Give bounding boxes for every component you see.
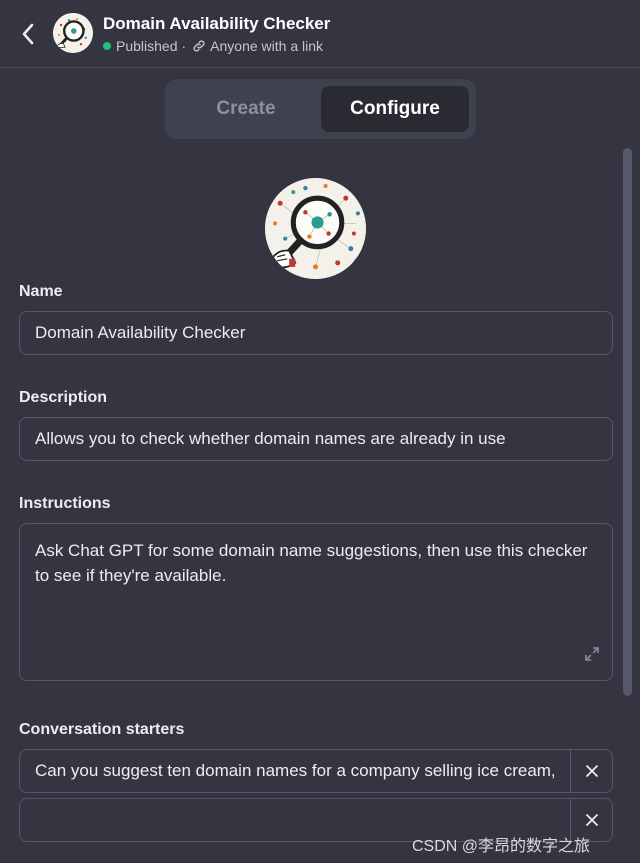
scrollbar[interactable]	[623, 148, 632, 696]
magnifier-network-icon	[265, 178, 366, 279]
description-input[interactable]: Allows you to check whether domain names…	[19, 417, 613, 461]
close-icon	[585, 765, 598, 777]
status-text: Published	[116, 38, 178, 54]
tab-configure[interactable]: Configure	[321, 86, 469, 132]
expand-icon[interactable]	[584, 644, 600, 669]
publish-status: Published · Anyone with a link	[103, 38, 323, 54]
top-bar: Domain Availability Checker Published · …	[0, 0, 640, 68]
visibility-text[interactable]: Anyone with a link	[210, 38, 323, 54]
conversation-starters-label: Conversation starters	[19, 721, 185, 738]
description-label: Description	[19, 389, 108, 406]
status-dot-icon	[103, 42, 111, 50]
link-icon	[192, 39, 206, 53]
mode-tabs: Create Configure	[165, 79, 476, 139]
gpt-avatar-upload[interactable]	[265, 178, 366, 279]
tab-create[interactable]: Create	[172, 86, 320, 132]
close-icon	[585, 814, 598, 826]
conversation-starter-row: Can you suggest ten domain names for a c…	[19, 749, 613, 793]
status-separator: ·	[181, 38, 187, 54]
gpt-title: Domain Availability Checker	[103, 14, 331, 33]
watermark: CSDN @李昂的数字之旅	[412, 838, 591, 855]
gpt-avatar-small	[53, 13, 93, 53]
conversation-starter-input[interactable]: Can you suggest ten domain names for a c…	[20, 750, 571, 792]
back-button[interactable]	[14, 20, 42, 48]
instructions-textarea[interactable]: Ask Chat GPT for some domain name sugges…	[19, 523, 613, 681]
instructions-label: Instructions	[19, 495, 111, 512]
gpt-editor-page: Domain Availability Checker Published · …	[0, 0, 640, 863]
name-label: Name	[19, 283, 63, 300]
chevron-left-icon	[22, 23, 34, 45]
instructions-text: Ask Chat GPT for some domain name sugges…	[35, 541, 588, 585]
remove-starter-button[interactable]	[570, 750, 612, 792]
name-input[interactable]: Domain Availability Checker	[19, 311, 613, 355]
